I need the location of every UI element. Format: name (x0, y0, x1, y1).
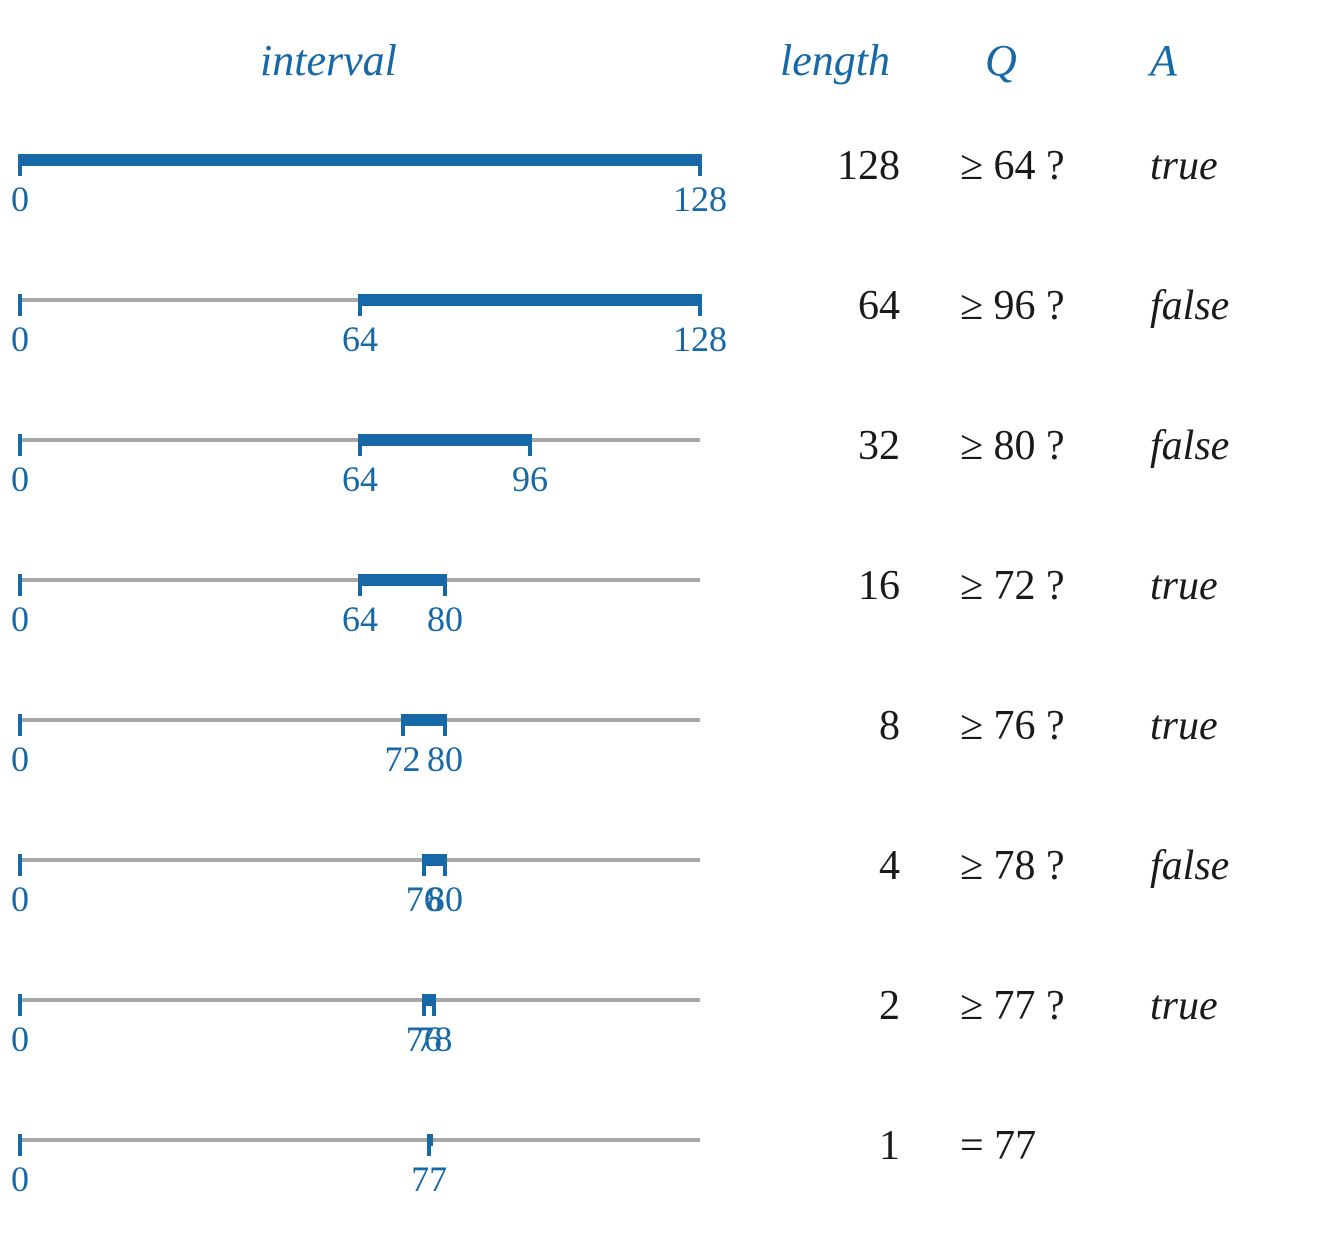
axis-line (20, 1138, 700, 1142)
tick-mark (443, 714, 447, 736)
tick-label: 96 (512, 458, 548, 500)
tick-label: 64 (342, 598, 378, 640)
answer-value: false (1150, 422, 1300, 470)
answer-value: false (1150, 282, 1300, 330)
tick-label: 0 (11, 458, 29, 500)
tick-mark (18, 294, 22, 316)
answer-value: true (1150, 142, 1300, 190)
tick-mark (358, 434, 362, 456)
tick-label: 64 (342, 318, 378, 360)
tick-label: 0 (11, 1158, 29, 1200)
tick-mark (358, 574, 362, 596)
tick-mark (18, 434, 22, 456)
header-length: length (780, 35, 890, 86)
interval-segment (20, 154, 700, 166)
tick-mark (401, 714, 405, 736)
tick-mark (528, 434, 532, 456)
answer-value: true (1150, 982, 1300, 1030)
interval-segment (403, 714, 446, 726)
tick-label: 78 (416, 1018, 452, 1060)
axis-line (20, 858, 700, 862)
interval-row: 0 64 80 16 ≥ 72 ? true (0, 540, 1332, 650)
length-value: 4 (780, 842, 900, 890)
answer-value: true (1150, 562, 1300, 610)
tick-mark (422, 994, 426, 1016)
tick-label: 80 (427, 878, 463, 920)
column-headers: interval length Q A (0, 35, 1332, 95)
interval-segment (360, 574, 445, 586)
tick-label: 0 (11, 598, 29, 640)
interval-row: 0 128 128 ≥ 64 ? true (0, 120, 1332, 230)
tick-mark (18, 154, 22, 176)
interval-row: 076804≥ 78 ?false (0, 820, 1332, 930)
interval-segment (360, 434, 530, 446)
tick-mark (443, 574, 447, 596)
tick-label: 0 (11, 178, 29, 220)
interval-segment (424, 854, 445, 866)
interval-row: 0 77 1 = 77 (0, 1100, 1332, 1210)
interval-segment (360, 294, 700, 306)
interval-row: 0 7280 8 ≥ 76 ? true (0, 680, 1332, 790)
question-value: ≥ 77 ? (960, 982, 1130, 1030)
question-value: ≥ 80 ? (960, 422, 1130, 470)
tick-mark (358, 294, 362, 316)
tick-mark (18, 714, 22, 736)
tick-label: 0 (11, 318, 29, 360)
header-q: Q (985, 35, 1017, 86)
length-value: 1 (780, 1122, 900, 1170)
length-value: 16 (780, 562, 900, 610)
tick-mark (698, 154, 702, 176)
tick-label: 0 (11, 738, 29, 780)
question-value: = 77 (960, 1122, 1130, 1170)
question-value: ≥ 78 ? (960, 842, 1130, 890)
interval-row: 0 64 96 32 ≥ 80 ? false (0, 400, 1332, 510)
interval-row: 0 64 128 64 ≥ 96 ? false (0, 260, 1332, 370)
tick-mark (18, 574, 22, 596)
tick-mark (18, 854, 22, 876)
tick-mark (427, 1134, 431, 1156)
tick-label: 64 (342, 458, 378, 500)
question-value: ≥ 76 ? (960, 702, 1130, 750)
tick-mark (698, 294, 702, 316)
answer-value: false (1150, 842, 1300, 890)
header-a: A (1150, 35, 1177, 86)
header-interval: interval (260, 35, 397, 86)
axis-line (20, 998, 700, 1002)
tick-mark (18, 1134, 22, 1156)
question-value: ≥ 64 ? (960, 142, 1130, 190)
tick-label: 72 (385, 738, 421, 780)
tick-label: 77 (411, 1158, 447, 1200)
length-value: 128 (780, 142, 900, 190)
length-value: 32 (780, 422, 900, 470)
question-value: ≥ 72 ? (960, 562, 1130, 610)
question-value: ≥ 96 ? (960, 282, 1130, 330)
tick-mark (18, 994, 22, 1016)
tick-label: 0 (11, 878, 29, 920)
length-value: 64 (780, 282, 900, 330)
tick-label: 80 (427, 738, 463, 780)
tick-label: 80 (427, 598, 463, 640)
length-value: 8 (780, 702, 900, 750)
tick-mark (443, 854, 447, 876)
tick-mark (432, 994, 436, 1016)
length-value: 2 (780, 982, 900, 1030)
interval-row: 076782≥ 77 ?true (0, 960, 1332, 1070)
tick-label: 0 (11, 1018, 29, 1060)
tick-mark (422, 854, 426, 876)
axis-line (20, 718, 700, 722)
tick-label: 128 (673, 178, 727, 220)
tick-label: 128 (673, 318, 727, 360)
answer-value: true (1150, 702, 1300, 750)
